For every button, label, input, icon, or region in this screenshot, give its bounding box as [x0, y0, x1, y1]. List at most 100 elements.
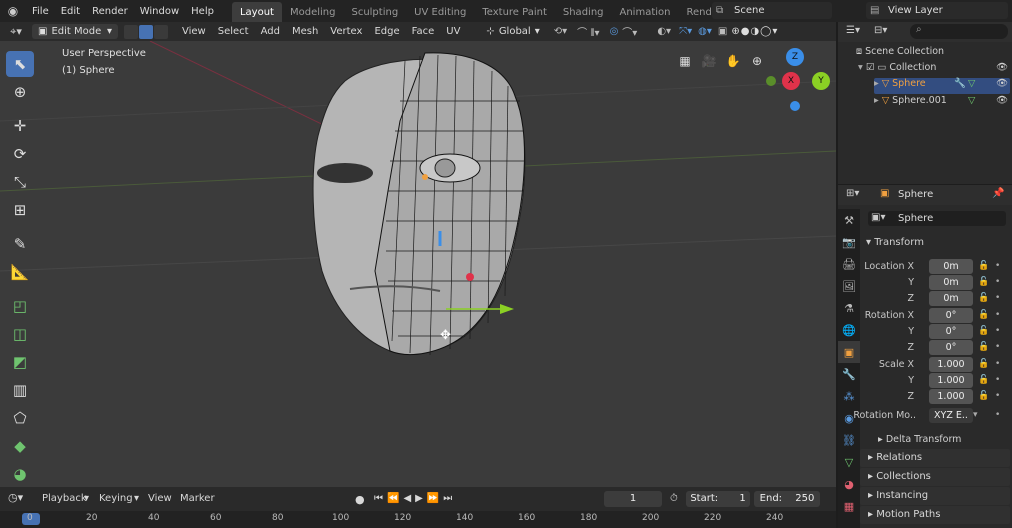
stopwatch-icon[interactable]: ⏱ [670, 493, 678, 504]
lock-icon[interactable]: 🔓 [978, 375, 989, 385]
scene-selector[interactable]: ⧉ Scene [712, 2, 832, 19]
header-menu-view[interactable]: View [176, 26, 212, 37]
scale-x-field[interactable]: 1.000 [929, 357, 973, 372]
face-select-icon[interactable] [154, 24, 168, 39]
pivot-icon[interactable]: ⟲▾ [554, 26, 567, 37]
header-menu-edge[interactable]: Edge [368, 26, 405, 37]
snap-icon[interactable]: ⌒ ⫴▾ [577, 24, 599, 39]
collection-row[interactable]: ▾ ☑ ▭ Collection [858, 62, 936, 73]
lock-icon[interactable]: 🔓 [978, 342, 989, 352]
collapse-arrow-icon[interactable]: ▾ [858, 62, 863, 73]
instancing-panel[interactable]: ▸ Instancing [860, 487, 1010, 505]
bevel-tool-icon[interactable]: ◩ [6, 349, 34, 375]
pin-icon[interactable]: 📌 [992, 188, 1004, 199]
proportional-edit-icon[interactable]: ◎ [610, 26, 619, 37]
lock-icon[interactable]: 🔓 [978, 326, 989, 336]
menu-edit[interactable]: Edit [55, 6, 86, 17]
annotate-tool-icon[interactable]: ✎ [6, 231, 34, 257]
header-menu-face[interactable]: Face [406, 26, 441, 37]
outliner-editor-icon[interactable]: ☰▾ [846, 25, 860, 36]
extrude-tool-icon[interactable]: ◰ [6, 293, 34, 319]
keyframe-dot-icon[interactable]: • [995, 277, 1000, 287]
keyframe-dot-icon[interactable]: • [995, 310, 1000, 320]
menu-file[interactable]: File [26, 6, 55, 17]
tab-modeling[interactable]: Modeling [282, 2, 344, 24]
timeline-ruler[interactable]: 0 20 40 60 80 100 120 140 160 180 200 22… [0, 511, 836, 528]
gizmo-neg-y[interactable] [766, 76, 776, 86]
measure-tool-icon[interactable]: 📐 [6, 259, 34, 285]
keyframe-dot-icon[interactable]: • [995, 326, 1000, 336]
delta-transform-header[interactable]: ▸ Delta Transform [878, 434, 961, 445]
spin-tool-icon[interactable]: ◕ [6, 461, 34, 487]
render-tab-icon[interactable]: 📷 [838, 231, 860, 253]
scale-z-field[interactable]: 1.000 [929, 389, 973, 404]
keyframe-dot-icon[interactable]: • [995, 391, 1000, 401]
end-frame-field[interactable]: End: 250 [754, 491, 820, 507]
rotation-y-field[interactable]: 0° [929, 324, 973, 339]
menu-render[interactable]: Render [86, 6, 134, 17]
gizmo-x-label[interactable]: X [782, 72, 800, 90]
data-tab-icon[interactable]: ▽ [838, 451, 860, 473]
gizmo-neg-z[interactable] [790, 101, 800, 111]
relations-panel[interactable]: ▸ Relations [860, 449, 1010, 467]
inset-tool-icon[interactable]: ◫ [6, 321, 34, 347]
falloff-icon[interactable]: ⌒▾ [622, 24, 637, 39]
menu-window[interactable]: Window [134, 6, 185, 17]
blender-logo-icon[interactable]: ◉ [0, 4, 26, 18]
eye-icon[interactable]: 👁 [996, 62, 1008, 73]
tab-uv-editing[interactable]: UV Editing [406, 2, 474, 24]
filter-icon[interactable]: ⊟▾ [874, 25, 887, 36]
gizmo-icon[interactable]: ⤧▾ [679, 26, 692, 37]
mode-dropdown[interactable]: ▣ Edit Mode ▾ [32, 24, 118, 39]
collections-panel[interactable]: ▸ Collections [860, 468, 1010, 486]
location-x-field[interactable]: 0m [929, 259, 973, 274]
lock-icon[interactable]: 🔓 [978, 293, 989, 303]
keyframe-dot-icon[interactable]: • [995, 342, 1000, 352]
zoom-icon[interactable]: ⊕ [746, 50, 768, 72]
header-menu-uv[interactable]: UV [440, 26, 466, 37]
tool-tab-icon[interactable]: ⚒ [838, 209, 860, 231]
texture-tab-icon[interactable]: ▦ [838, 495, 860, 517]
motion-paths-panel[interactable]: ▸ Motion Paths [860, 506, 1010, 524]
location-y-field[interactable]: 0m [929, 275, 973, 290]
checkbox-icon[interactable]: ☑ [866, 62, 875, 73]
constraints-tab-icon[interactable]: ⛓ [838, 429, 860, 451]
timeline-menu-marker[interactable]: Marker [180, 493, 215, 504]
move-tool-icon[interactable]: ✛ [6, 113, 34, 139]
toggle-camera-grid-icon[interactable]: ▦ [674, 50, 696, 72]
start-frame-field[interactable]: Start: 1 [686, 491, 750, 507]
expand-arrow-icon[interactable]: ▸ [874, 95, 879, 106]
editor-type-icon[interactable]: ⌖▾ [0, 25, 32, 39]
location-z-field[interactable]: 0m [929, 291, 973, 306]
lock-icon[interactable]: 🔓 [978, 391, 989, 401]
header-menu-add[interactable]: Add [255, 26, 286, 37]
overlay-icon[interactable]: ◍▾ [698, 26, 712, 37]
rotate-tool-icon[interactable]: ⟳ [6, 141, 34, 167]
keyframe-dot-icon[interactable]: • [995, 359, 1000, 369]
header-menu-mesh[interactable]: Mesh [286, 26, 324, 37]
tab-layout[interactable]: Layout [231, 2, 282, 24]
knife-tool-icon[interactable]: ⬠ [6, 405, 34, 431]
timeline-menu-view[interactable]: View [148, 493, 172, 504]
object-name-field[interactable]: ▣▾ Sphere [868, 211, 1006, 226]
tab-sculpting[interactable]: Sculpting [343, 2, 406, 24]
outliner-item-sphere-001[interactable]: ▸ ▽ Sphere.001 ▽ 👁 [874, 95, 1010, 106]
scale-y-field[interactable]: 1.000 [929, 373, 973, 388]
lock-icon[interactable]: 🔓 [978, 277, 989, 287]
rotation-z-field[interactable]: 0° [929, 340, 973, 355]
lock-icon[interactable]: 🔓 [978, 310, 989, 320]
keyframe-dot-icon[interactable]: • [995, 375, 1000, 385]
keyframe-dot-icon[interactable]: • [995, 261, 1000, 271]
visibility-icon[interactable]: ◐▾ [657, 26, 671, 37]
current-frame-field[interactable]: 1 [604, 491, 662, 507]
tab-texture-paint[interactable]: Texture Paint [474, 2, 555, 24]
eye-icon[interactable]: 👁 [996, 95, 1008, 106]
menu-help[interactable]: Help [185, 6, 220, 17]
outliner-search-input[interactable]: ⌕ [910, 24, 1008, 39]
lock-icon[interactable]: 🔓 [978, 261, 989, 271]
outliner-item-sphere[interactable]: ▸ ▽ Sphere 🔧 ▽ 👁 [874, 78, 1010, 94]
playback-controls-icons[interactable]: ⏮⏪◀▶⏩⏭ [374, 493, 456, 504]
rotation-x-field[interactable]: 0° [929, 308, 973, 323]
select-box-icon[interactable]: ⬉ [6, 51, 34, 77]
record-icon[interactable]: ● [355, 493, 365, 506]
